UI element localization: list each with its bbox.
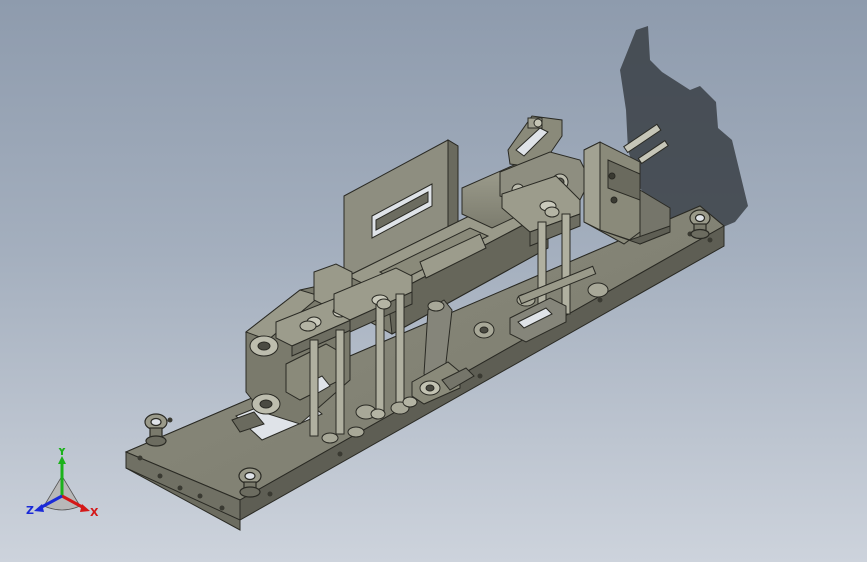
coordinate-triad: Y X Z [26, 448, 99, 519]
z-axis-label: Z [26, 504, 34, 517]
eye-bolt-front-left[interactable] [144, 413, 168, 447]
eye-bolt-rear[interactable] [689, 209, 711, 240]
graphics-viewport[interactable]: Y X Z [0, 0, 867, 562]
x-axis-label: X [90, 506, 99, 519]
y-axis-label: Y [57, 448, 67, 458]
fixture-assembly-model[interactable] [0, 0, 867, 562]
